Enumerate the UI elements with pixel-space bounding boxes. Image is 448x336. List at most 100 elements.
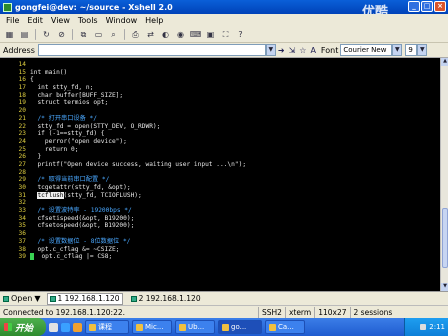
terminal-line: 39 opt.c_cflag |= CS8; bbox=[0, 253, 440, 261]
task-button-1[interactable]: 课程 bbox=[85, 320, 129, 334]
toolbar-separator bbox=[72, 29, 73, 40]
address-dropdown-icon[interactable]: ▼ bbox=[265, 44, 276, 56]
terminal-line: 29 /* 取得当前串口配置 */ bbox=[0, 176, 440, 184]
menu-help[interactable]: Help bbox=[141, 16, 167, 25]
menu-view[interactable]: View bbox=[47, 16, 74, 25]
color-scheme-icon[interactable]: ◐ bbox=[159, 29, 172, 41]
protocol-status: SSH2 bbox=[258, 306, 285, 318]
find-icon[interactable]: ⌕ bbox=[107, 29, 120, 41]
terminal-line: 20 bbox=[0, 107, 440, 115]
menu-window[interactable]: Window bbox=[102, 16, 142, 25]
font-select[interactable]: Courier New bbox=[340, 44, 393, 56]
terminal-line: 22 stty_fd = open(STTY_DEV, O_RDWR); bbox=[0, 123, 440, 131]
terminal-line: 18 char buffer[BUFF_SIZE]; bbox=[0, 92, 440, 100]
help-icon[interactable]: ? bbox=[234, 29, 247, 41]
copy-icon[interactable]: ⧉ bbox=[77, 29, 90, 41]
start-button[interactable]: 开始 bbox=[0, 318, 46, 336]
start-label: 开始 bbox=[15, 323, 34, 334]
task-label: Ca... bbox=[278, 323, 294, 331]
line-number: 16 bbox=[18, 76, 26, 84]
line-number: 37 bbox=[18, 237, 26, 245]
terminal-output[interactable]: 14 15 int main() 16{17 int stty_fd, n; 18 ch… bbox=[0, 58, 440, 291]
lock-icon[interactable]: ▣ bbox=[204, 29, 217, 41]
open-folder-icon[interactable]: ▤ bbox=[18, 29, 31, 41]
task-label: go... bbox=[231, 323, 247, 331]
new-session-icon[interactable]: ▦ bbox=[3, 29, 16, 41]
terminal-line: 27 printf("Open device success, waiting … bbox=[0, 161, 440, 169]
line-number: 31 bbox=[18, 191, 26, 199]
font-dropdown-icon[interactable]: ▼ bbox=[392, 44, 403, 56]
reconnect-icon[interactable]: ↻ bbox=[40, 29, 53, 41]
go-arrow-icon[interactable]: ➜ bbox=[278, 46, 285, 55]
session-tabbar: Open ▼ 1 192.168.1.120 2 192.168.1.120 bbox=[0, 291, 448, 305]
task-button-5[interactable]: Ca... bbox=[265, 320, 305, 334]
terminal-line: 33 /* 设置波特率 - 19200bps */ bbox=[0, 207, 440, 215]
session-tab-2[interactable]: 2 192.168.1.120 bbox=[129, 294, 203, 303]
status-bar: Connected to 192.168.1.120:22. SSH2 xter… bbox=[0, 305, 448, 318]
xshell-app-icon[interactable] bbox=[3, 2, 12, 12]
terminal-size-status: 110x27 bbox=[314, 306, 349, 318]
line-number: 28 bbox=[18, 168, 26, 176]
terminal-line: 38 opt.c_cflag &= ~CSIZE; bbox=[0, 246, 440, 254]
task-button-2[interactable]: Mic... bbox=[132, 320, 172, 334]
system-tray: 2:11 bbox=[404, 318, 448, 336]
code-comment: /* 打开串口设备 */ bbox=[30, 114, 97, 122]
line-number: 21 bbox=[18, 114, 26, 122]
maximize-button[interactable]: □ bbox=[421, 1, 433, 12]
windows-logo-icon bbox=[4, 323, 12, 331]
session-icon bbox=[130, 295, 137, 302]
menu-tools[interactable]: Tools bbox=[74, 16, 102, 25]
close-button[interactable]: × bbox=[434, 1, 446, 12]
scrollbar-thumb[interactable] bbox=[442, 208, 448, 268]
fullscreen-icon[interactable]: ⛶ bbox=[219, 29, 232, 41]
paste-icon[interactable]: ▭ bbox=[92, 29, 105, 41]
line-number: 30 bbox=[18, 184, 26, 191]
task-app-icon bbox=[136, 323, 143, 331]
terminal-line: 21 /* 打开串口设备 */ bbox=[0, 115, 440, 123]
bookmark-icon[interactable]: ☆ bbox=[299, 46, 306, 55]
tray-clock: 2:11 bbox=[429, 323, 445, 331]
transfer-icon[interactable]: ⇄ bbox=[144, 29, 157, 41]
session-tab-1[interactable]: 1 192.168.1.120 bbox=[46, 292, 123, 305]
task-button-4[interactable]: go... bbox=[218, 320, 262, 334]
quicklaunch-media-icon[interactable] bbox=[73, 322, 82, 332]
quicklaunch-ie-icon[interactable] bbox=[61, 322, 70, 332]
menu-edit[interactable]: Edit bbox=[23, 16, 47, 25]
address-input[interactable] bbox=[37, 44, 266, 56]
quicklaunch-desktop-icon[interactable] bbox=[49, 322, 58, 332]
line-number: 29 bbox=[18, 176, 26, 184]
terminal-line: 15 int main() bbox=[0, 69, 440, 77]
tray-network-icon[interactable] bbox=[420, 324, 427, 330]
terminal-line: 17 int stty_fd, n; bbox=[0, 84, 440, 92]
code-text: { bbox=[30, 76, 34, 84]
font-size-select[interactable]: 9 bbox=[405, 44, 418, 56]
task-app-icon bbox=[222, 323, 229, 331]
session-tab-label: 1 192.168.1.120 bbox=[57, 294, 120, 303]
code-text: return 0; bbox=[30, 145, 79, 153]
session-tab-label: 2 192.168.1.120 bbox=[138, 294, 201, 303]
terminal-line: 16 { bbox=[0, 76, 440, 84]
menu-file[interactable]: File bbox=[2, 16, 23, 25]
code-text: struct termios opt; bbox=[30, 99, 109, 107]
print-icon[interactable]: ⎙ bbox=[129, 29, 142, 41]
line-number: 27 bbox=[18, 160, 26, 168]
code-text: stty_fd = open(STTY_DEV, O_RDWR); bbox=[30, 122, 161, 130]
task-button-3[interactable]: Ub... bbox=[175, 320, 215, 334]
line-number: 32 bbox=[18, 199, 26, 207]
scroll-down-icon[interactable]: ▼ bbox=[441, 283, 448, 291]
terminal-scrollbar[interactable]: ▲ ▼ bbox=[440, 58, 448, 291]
code-comment: /* 设置数据位 - 8位数据位 */ bbox=[30, 237, 131, 245]
line-number: 26 bbox=[18, 153, 26, 161]
link-icon[interactable]: ⇲ bbox=[289, 46, 296, 55]
globe-icon[interactable]: ◉ bbox=[174, 29, 187, 41]
line-number: 39 bbox=[18, 253, 26, 261]
open-session-button[interactable]: Open ▼ bbox=[3, 294, 41, 303]
minimize-button[interactable]: _ bbox=[408, 1, 420, 12]
disconnect-icon[interactable]: ⊘ bbox=[55, 29, 68, 41]
task-app-icon bbox=[269, 323, 276, 331]
keyboard-icon[interactable]: ⌨ bbox=[189, 29, 202, 41]
search-highlight: tcflush bbox=[37, 191, 64, 199]
scroll-up-icon[interactable]: ▲ bbox=[441, 58, 448, 66]
toolbar: ▦ ▤ ↻ ⊘ ⧉ ▭ ⌕ ⎙ ⇄ ◐ ◉ ⌨ ▣ ⛶ ? bbox=[0, 27, 448, 43]
size-dropdown-icon[interactable]: ▼ bbox=[417, 44, 428, 56]
